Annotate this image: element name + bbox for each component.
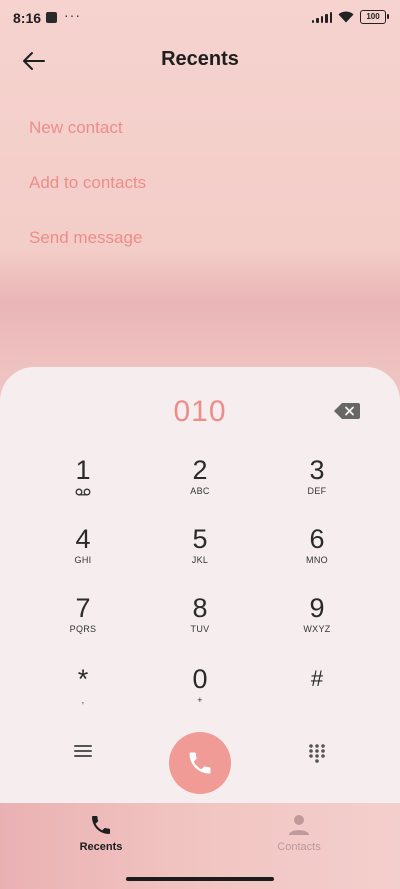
keypad-toggle-button[interactable] (308, 743, 326, 763)
key-letters: JKL (191, 555, 209, 565)
status-indicators: 100 (311, 10, 389, 24)
home-indicator[interactable] (126, 877, 274, 881)
key-digit: 4 (75, 524, 91, 554)
key-7[interactable]: 7 PQRS (38, 593, 128, 653)
dialpad-grid-icon (309, 744, 325, 763)
key-letters: WXYZ (303, 624, 331, 634)
new-contact-link[interactable]: New contact (29, 110, 146, 165)
voicemail-icon (75, 488, 91, 496)
key-6[interactable]: 6 MNO (272, 524, 362, 584)
battery-icon: 100 (360, 10, 389, 24)
signal-icon (311, 11, 332, 23)
key-letters: + (197, 695, 203, 705)
key-letters: , (81, 695, 85, 705)
number-actions: New contact Add to contacts Send message (29, 110, 146, 275)
key-0[interactable]: 0 + (155, 664, 245, 724)
tab-contacts-label: Contacts (277, 841, 321, 853)
more-notifications-icon: ··· (64, 7, 81, 23)
tab-recents[interactable]: Recents (41, 813, 161, 853)
phone-icon (92, 816, 110, 834)
key-4[interactable]: 4 GHI (38, 524, 128, 584)
key-digit: 0 (192, 664, 208, 694)
key-2[interactable]: 2 ABC (155, 455, 245, 515)
key-digit: * (77, 664, 89, 694)
key-letters: GHI (74, 555, 92, 565)
key-9[interactable]: 9 WXYZ (272, 593, 362, 653)
add-to-contacts-link[interactable]: Add to contacts (29, 165, 146, 220)
key-digit: 6 (309, 524, 325, 554)
key-digit: 3 (309, 455, 325, 485)
key-digit: 7 (75, 593, 91, 623)
key-digit: 8 (192, 593, 208, 623)
key-1[interactable]: 1 (38, 455, 128, 515)
backspace-icon (334, 403, 360, 419)
key-star[interactable]: * , (38, 664, 128, 724)
page-title: Recents (161, 48, 239, 70)
call-button[interactable] (169, 732, 231, 794)
dialpad: 010 1 2 ABC 3 DEF 4 GHI 5 JKL 6 MNO 7 PQ… (0, 367, 400, 803)
send-message-link[interactable]: Send message (29, 220, 146, 275)
key-digit: # (310, 666, 324, 691)
key-digit: 9 (309, 593, 325, 623)
status-time: 8:16 (13, 10, 42, 26)
key-3[interactable]: 3 DEF (272, 455, 362, 515)
key-hash[interactable]: # (272, 664, 362, 724)
backspace-button[interactable] (334, 403, 360, 419)
key-digit: 2 (192, 455, 208, 485)
key-digit: 1 (75, 455, 91, 485)
key-digit: 5 (192, 524, 208, 554)
tab-contacts[interactable]: Contacts (239, 813, 359, 853)
phone-icon (189, 752, 211, 774)
tab-recents-label: Recents (79, 841, 123, 853)
key-letters: TUV (190, 624, 210, 634)
key-5[interactable]: 5 JKL (155, 524, 245, 584)
status-bar: 8:16 ··· 100 (0, 0, 400, 36)
menu-icon (74, 745, 92, 757)
header: Recents (0, 40, 400, 80)
key-letters: ABC (190, 486, 210, 496)
key-letters: DEF (307, 486, 327, 496)
notification-icon (46, 12, 57, 23)
key-letters: PQRS (69, 624, 97, 634)
menu-button[interactable] (72, 742, 94, 760)
key-8[interactable]: 8 TUV (155, 593, 245, 653)
key-letters: MNO (306, 555, 328, 565)
person-icon (289, 815, 309, 835)
wifi-icon (338, 11, 354, 23)
